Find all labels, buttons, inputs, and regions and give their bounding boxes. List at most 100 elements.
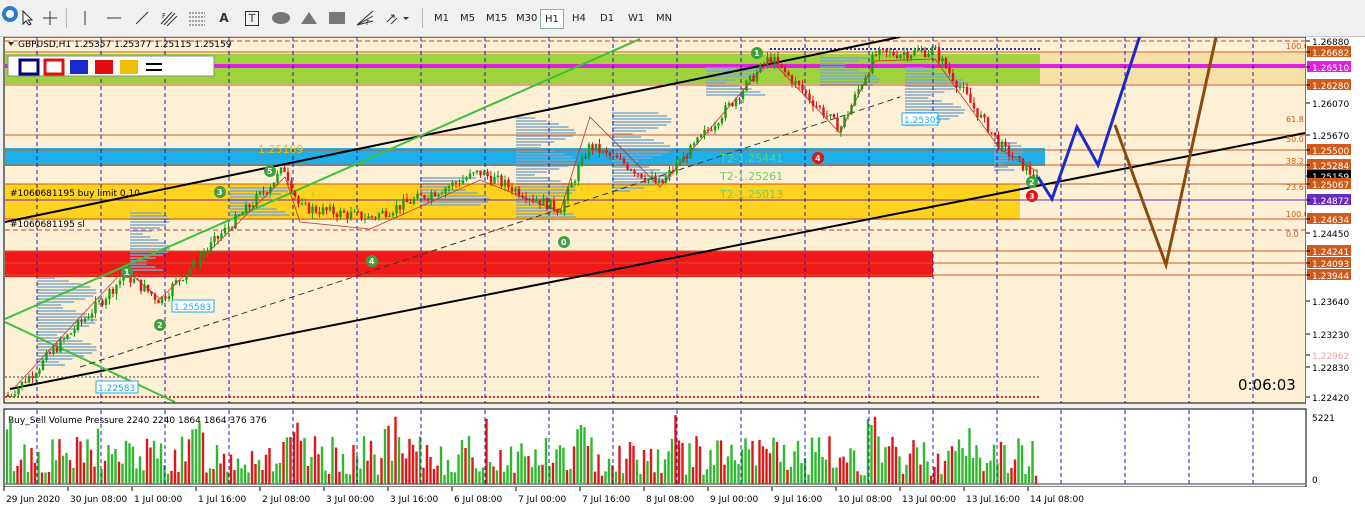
volume-bar xyxy=(205,472,208,484)
volume-bar xyxy=(999,441,1003,484)
toolbar-separator xyxy=(422,8,423,28)
text-tool[interactable]: A xyxy=(214,8,234,28)
candle-body xyxy=(423,195,426,199)
volume-bar xyxy=(551,462,555,484)
fibonacci-retracement-icon[interactable] xyxy=(186,8,208,28)
volume-bar xyxy=(915,447,919,484)
volume-profile-bar xyxy=(994,166,1009,168)
volume-bar xyxy=(940,474,943,484)
rectangle-icon[interactable] xyxy=(326,8,348,28)
triangle-icon[interactable] xyxy=(298,8,320,28)
candle-body xyxy=(69,333,73,335)
candle-body xyxy=(622,158,626,164)
volume-profile-bar xyxy=(516,132,576,134)
volume-bar xyxy=(208,468,212,484)
text-label-tool[interactable]: T xyxy=(242,8,262,28)
volume-bar xyxy=(149,447,152,484)
volume-bar xyxy=(450,472,453,484)
volume-bar xyxy=(327,473,331,484)
candle-body xyxy=(888,51,892,53)
volume-bar xyxy=(544,438,548,484)
volume-bar xyxy=(145,438,149,484)
candle-body xyxy=(605,150,608,153)
candle-body xyxy=(356,211,360,213)
volume-bar xyxy=(985,462,989,484)
volume-bar xyxy=(541,464,544,484)
timeframe-m15-button[interactable]: M15 xyxy=(482,9,511,27)
candle-body xyxy=(118,280,122,285)
candle-body xyxy=(185,273,188,280)
volume-bar xyxy=(646,461,649,484)
wave-label: 5 xyxy=(267,167,273,176)
candle-body xyxy=(62,338,66,340)
candle-body xyxy=(20,381,24,388)
candle-body xyxy=(479,170,482,176)
trendline-icon[interactable] xyxy=(132,8,152,28)
volume-bar xyxy=(688,443,691,484)
volume-bar xyxy=(506,465,509,484)
candle-body xyxy=(902,52,906,55)
volume-bar xyxy=(621,473,625,484)
candle-body xyxy=(832,114,836,118)
volume-profile-bar xyxy=(905,88,956,90)
timeframe-w1-button[interactable]: W1 xyxy=(624,9,648,27)
fibonacci-fan-icon[interactable]: F xyxy=(354,8,376,28)
volume-bar xyxy=(5,429,9,484)
volume-bar xyxy=(187,439,191,484)
volume-profile-bar xyxy=(37,334,58,336)
volume-profile-bar xyxy=(820,81,879,83)
candle-body xyxy=(923,50,927,57)
volume-profile-bar xyxy=(516,153,565,155)
candle-body xyxy=(990,132,993,134)
timeframe-d1-button[interactable]: D1 xyxy=(596,9,618,27)
volume-bar xyxy=(1013,459,1017,484)
volume-bar xyxy=(786,469,789,484)
candle-body xyxy=(619,158,622,160)
price-chart[interactable]: 1 2 3 4 5 1 2 3 0 4 1.25169 T2-1.25441 T2-1.25261 T2-… xyxy=(0,37,1365,517)
volume-profile-bar xyxy=(37,331,67,333)
app-logo-icon xyxy=(0,2,20,26)
volume-bar xyxy=(894,446,898,484)
volume-bar xyxy=(194,429,198,484)
timeframe-mn-button[interactable]: MN xyxy=(652,9,676,27)
volume-profile-bar xyxy=(516,159,576,161)
volume-bar xyxy=(964,455,968,484)
volume-bar xyxy=(576,429,579,484)
candle-body xyxy=(941,58,944,62)
candle-body xyxy=(878,48,881,56)
fibonacci-channel-icon[interactable]: F xyxy=(158,8,180,28)
candle-body xyxy=(66,334,69,339)
timeframe-m30-button[interactable]: M30 xyxy=(512,9,541,27)
volume-bar xyxy=(159,443,163,484)
candle-body xyxy=(59,339,62,352)
candle-body xyxy=(458,183,461,185)
volume-profile-bar xyxy=(130,233,143,235)
timeframe-h4-button[interactable]: H4 xyxy=(568,9,590,27)
candle-body xyxy=(104,299,108,306)
timeframe-m1-button[interactable]: M1 xyxy=(430,9,453,27)
vertical-line-icon[interactable] xyxy=(76,8,94,28)
volume-bar xyxy=(110,454,114,484)
candle-body xyxy=(314,206,318,213)
cursor-icon[interactable] xyxy=(18,8,38,28)
ellipse-icon[interactable] xyxy=(270,8,292,28)
candle-body xyxy=(486,171,489,177)
volume-bar xyxy=(47,471,51,484)
volume-bar xyxy=(425,445,429,484)
horizontal-line-icon[interactable] xyxy=(104,8,124,28)
candle-body xyxy=(115,284,118,294)
volume-bar xyxy=(597,454,600,484)
arrows-dropdown-icon[interactable] xyxy=(384,8,412,28)
timeframe-m5-button[interactable]: M5 xyxy=(456,9,479,27)
candle-body xyxy=(692,143,696,146)
candle-body xyxy=(1021,158,1025,171)
candle-body xyxy=(454,182,458,184)
volume-bar xyxy=(768,453,772,484)
price-axis-label: 1.22420 xyxy=(1312,394,1349,404)
timeframe-h1-button[interactable]: H1 xyxy=(540,9,564,29)
candle-body xyxy=(17,387,20,395)
candle-body xyxy=(937,47,941,62)
crosshair-icon[interactable] xyxy=(40,8,60,28)
volume-bar xyxy=(261,469,264,484)
candle-body xyxy=(748,75,752,81)
